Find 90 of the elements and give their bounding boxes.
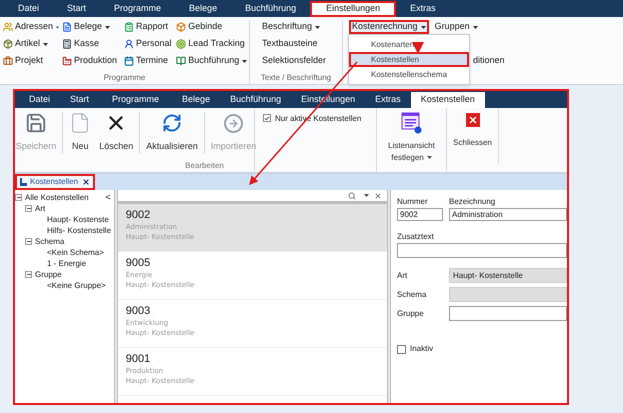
arrow	[412, 42, 424, 54]
book-icon	[176, 56, 186, 66]
ribbon-item[interactable]: Selektionsfelder	[262, 54, 336, 68]
ribbon-item[interactable]: Termine	[124, 54, 174, 68]
menu-tab[interactable]: Start	[53, 1, 100, 17]
ribbon-item[interactable]: Gruppen	[432, 20, 481, 34]
collapse-toggle[interactable]	[15, 194, 22, 201]
tree-item[interactable]: Gruppe	[35, 268, 62, 280]
group-label: Texte / Beschriftung	[260, 72, 332, 84]
ribbon-item[interactable]: Belege	[62, 20, 122, 34]
document-tab[interactable]: Kostenstellen	[15, 174, 96, 190]
ribbon-item[interactable]: Projekt	[3, 54, 59, 68]
field-label: Nummer	[397, 196, 429, 208]
factory-icon	[62, 56, 72, 66]
calendar-icon	[124, 56, 134, 66]
input-field[interactable]	[397, 243, 567, 258]
ribbon-item[interactable]: Buchführung	[176, 54, 249, 68]
menu-tab[interactable]: Belege	[175, 1, 232, 17]
tree-item[interactable]: <Kein Schema>	[47, 246, 104, 258]
package-icon	[3, 39, 13, 49]
ribbon-item[interactable]: Adressen	[3, 20, 59, 34]
group-label: Programme	[104, 72, 146, 84]
ribbon-item[interactable]: Textbausteine	[262, 37, 336, 51]
tree-item[interactable]: Schema	[35, 236, 64, 248]
field-label: Gruppe	[397, 308, 425, 320]
field-label: Art	[397, 270, 408, 282]
briefcase-icon	[3, 56, 13, 66]
close-icon	[466, 113, 480, 127]
refresh-icon	[162, 113, 182, 133]
ribbon-item[interactable]: ditionen	[473, 54, 505, 68]
ribbon-item[interactable]: Rapport	[124, 20, 174, 34]
tree-item[interactable]: Alle Kostenstellen	[25, 192, 89, 204]
tree-item[interactable]: Art	[35, 202, 46, 214]
ribbon-item[interactable]: Kostenrechnung	[349, 20, 429, 34]
close-icon[interactable]	[82, 178, 90, 186]
ribbon-item[interactable]: Personal	[124, 37, 174, 51]
ribbon-item[interactable]: Gebinde	[176, 20, 249, 34]
ribbon-item[interactable]: Beschriftung	[262, 20, 336, 34]
target-icon	[176, 39, 186, 49]
tree-item[interactable]: Haupt- Kostenste	[47, 214, 109, 226]
collapse-button[interactable]: <	[105, 191, 111, 204]
close-button[interactable]: Schliessen	[447, 108, 499, 164]
people-icon	[3, 22, 13, 32]
field-label: Schema	[397, 288, 428, 300]
menu-tab[interactable]: Extras	[365, 92, 411, 108]
ribbon-item[interactable]: Produktion	[62, 54, 122, 68]
menu-item[interactable]: Kostenstellen	[349, 52, 469, 67]
ribbon-item[interactable]: Kasse	[62, 37, 122, 51]
tree-item[interactable]: 1 - Energie	[47, 258, 86, 270]
menu-tab[interactable]: Start	[60, 92, 100, 108]
ribbon-button[interactable]: Listenansicht festlegen	[377, 108, 447, 172]
input-field[interactable]: 9002	[397, 208, 443, 221]
menu-tab[interactable]: Programme	[100, 1, 176, 17]
ribbon-item[interactable]: Lead Tracking	[176, 37, 249, 51]
calculator-icon	[62, 39, 72, 49]
collapse-toggle[interactable]	[25, 238, 32, 245]
collapse-toggle[interactable]	[25, 271, 32, 278]
tree-item[interactable]: Hilfs- Kostenstelle	[47, 224, 112, 236]
collapse-toggle[interactable]	[25, 205, 32, 212]
field-label: Bezeichnung	[449, 196, 496, 208]
list-settings-icon	[400, 112, 422, 134]
menu-tab[interactable]: Kostenstellen	[410, 92, 485, 108]
menu-tab[interactable]: Belege	[172, 92, 220, 108]
menu-tab[interactable]: Datei	[19, 92, 60, 108]
input-field[interactable]	[449, 306, 567, 321]
input-field[interactable]: Administration	[449, 208, 567, 221]
checkbox[interactable]	[397, 344, 406, 354]
ribbon-button[interactable]: Aktualisieren	[142, 112, 205, 154]
checkbox-label: Inaktiv	[410, 343, 434, 355]
person-icon	[124, 39, 134, 49]
ribbon-button[interactable]: Neu	[65, 112, 96, 154]
menu-tab[interactable]: Extras	[396, 1, 450, 17]
ribbon-button[interactable]: Löschen	[95, 112, 140, 154]
menu-tab[interactable]: Buchführung	[231, 1, 310, 17]
menu-item[interactable]: Kostenarten	[349, 37, 469, 52]
checkbox[interactable]	[263, 114, 271, 122]
caret-icon	[364, 194, 369, 197]
close-icon[interactable]	[374, 192, 382, 200]
group-label: Bearbeiten	[185, 160, 224, 172]
menu-item[interactable]: Kostenstellenschema	[349, 67, 469, 82]
box-icon	[176, 22, 186, 32]
menu-tab[interactable]: Programme	[99, 92, 172, 108]
menu-tab[interactable]: Buchführung	[220, 92, 292, 108]
clipboard-icon	[124, 22, 134, 32]
tree-item[interactable]: <Keine Gruppe>	[47, 280, 106, 292]
search-icon[interactable]	[348, 192, 356, 200]
menu-tab[interactable]: Einstellungen	[310, 1, 396, 17]
menu-tab[interactable]: Datei	[4, 1, 54, 17]
field-label: Zusatztext	[397, 231, 435, 243]
ribbon-item[interactable]: Artikel	[3, 37, 59, 51]
